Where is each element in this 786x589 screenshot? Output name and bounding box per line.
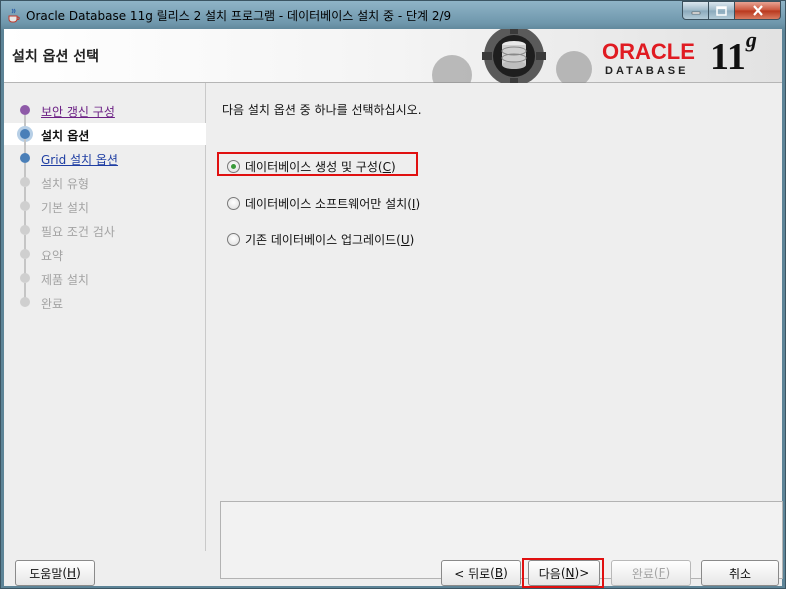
step-marker-icon <box>20 153 30 163</box>
cancel-label: 취소 <box>728 566 752 581</box>
minimize-button[interactable] <box>682 1 709 20</box>
back-label: < 뒤로 <box>454 566 491 581</box>
step-marker-icon <box>20 105 30 115</box>
close-icon <box>752 5 763 16</box>
steps-sidebar: 보안 갱신 구성설치 옵션 Grid 설치 옵션설치 유형기본 설치필요 조건 검… <box>4 83 206 551</box>
help-label: 도움말 <box>29 566 63 581</box>
step-item[interactable]: Grid 설치 옵션 <box>4 139 206 169</box>
step-label: 완료 <box>41 297 64 311</box>
step-marker-icon <box>20 225 30 235</box>
step-item: 요약 <box>4 235 206 265</box>
install-option-text: 기존 데이터베이스 업그레이드 <box>245 232 397 247</box>
window-title: Oracle Database 11g 릴리스 2 설치 프로그램 - 데이터베… <box>26 9 452 23</box>
oracle-logo: ORACLE <box>602 39 695 64</box>
install-option-text: 데이터베이스 소프트웨어만 설치 <box>245 196 408 211</box>
main-panel: 다음 설치 옵션 중 하나를 선택하십시오. 데이터베이스 생성 및 구성(C)… <box>209 83 783 579</box>
footer-buttons: 도움말(H) < 뒤로(B) 다음(N) > 완료(F) 취소 <box>4 551 782 588</box>
step-label: 설치 유형 <box>41 177 89 191</box>
step-marker-icon <box>20 129 30 139</box>
step-marker-icon <box>20 249 30 259</box>
step-label: 설치 옵션 <box>41 129 90 143</box>
step-label: 기본 설치 <box>41 201 89 215</box>
title-bar[interactable]: Oracle Database 11g 릴리스 2 설치 프로그램 - 데이터베… <box>1 1 786 29</box>
install-option-label: 기존 데이터베이스 업그레이드(U) <box>245 232 415 247</box>
step-item: 설치 유형 <box>4 163 206 193</box>
step-marker-icon <box>20 273 30 283</box>
step-label: Grid 설치 옵션 <box>41 153 118 167</box>
install-option-label: 데이터베이스 생성 및 구성(C) <box>245 159 396 174</box>
gears-graphic-icon <box>432 29 592 83</box>
step-label: 제품 설치 <box>41 273 89 287</box>
back-button[interactable]: < 뒤로(B) <box>441 560 521 586</box>
page-title: 설치 옵션 선택 <box>12 49 100 65</box>
install-option-radio[interactable]: 데이터베이스 소프트웨어만 설치(I) <box>227 193 420 213</box>
step-item: 기본 설치 <box>4 187 206 217</box>
maximize-button[interactable] <box>709 1 735 20</box>
option-prompt: 다음 설치 옵션 중 하나를 선택하십시오. <box>222 103 422 117</box>
step-label: 필요 조건 검사 <box>41 225 115 239</box>
step-item[interactable]: 설치 옵션 <box>4 115 206 145</box>
maximize-icon <box>716 5 727 16</box>
close-button[interactable] <box>735 1 781 20</box>
version-number: 11 <box>710 36 746 78</box>
back-mnemonic: B <box>494 566 504 580</box>
version-suffix: g <box>745 27 757 53</box>
step-item: 완료 <box>4 283 206 313</box>
install-option-mnemonic: C <box>382 159 391 174</box>
installer-client-area: 설치 옵션 선택 ORACLE DATABASE 11g 보안 갱신 구성 설치… <box>4 27 783 588</box>
help-mnemonic: H <box>67 566 77 580</box>
radio-button-icon[interactable] <box>227 159 240 173</box>
step-marker-icon <box>20 177 30 187</box>
install-option-label: 데이터베이스 소프트웨어만 설치(I) <box>245 196 421 211</box>
help-button[interactable]: 도움말(H) <box>15 560 95 586</box>
step-item[interactable]: 보안 갱신 구성 <box>4 99 206 121</box>
install-option-mnemonic: I <box>411 196 416 211</box>
step-marker-icon <box>20 297 30 307</box>
install-option-mnemonic: U <box>400 232 410 247</box>
minimize-icon <box>691 11 700 14</box>
radio-button-icon[interactable] <box>227 232 240 246</box>
next-highlight <box>522 558 604 588</box>
step-label: 요약 <box>41 249 64 263</box>
install-option-text: 데이터베이스 생성 및 구성 <box>245 159 378 174</box>
cancel-button[interactable]: 취소 <box>701 560 779 586</box>
finish-mnemonic: F <box>658 566 666 580</box>
database-logo-text: DATABASE <box>605 65 689 77</box>
version-logo: 11g <box>710 27 757 79</box>
step-item: 제품 설치 <box>4 259 206 289</box>
step-label: 보안 갱신 구성 <box>41 105 115 119</box>
java-cup-icon <box>8 8 20 23</box>
step-marker-icon <box>20 201 30 211</box>
finish-button[interactable]: 완료(F) <box>611 560 691 586</box>
header-banner: 설치 옵션 선택 ORACLE DATABASE 11g <box>4 27 782 83</box>
step-item: 필요 조건 검사 <box>4 211 206 241</box>
install-option-radio[interactable]: 기존 데이터베이스 업그레이드(U) <box>227 229 414 249</box>
radio-button-icon[interactable] <box>227 196 240 210</box>
installer-window: Oracle Database 11g 릴리스 2 설치 프로그램 - 데이터베… <box>0 0 786 589</box>
install-option-radio[interactable]: 데이터베이스 생성 및 구성(C) <box>227 156 396 176</box>
finish-label: 완료 <box>631 566 654 581</box>
